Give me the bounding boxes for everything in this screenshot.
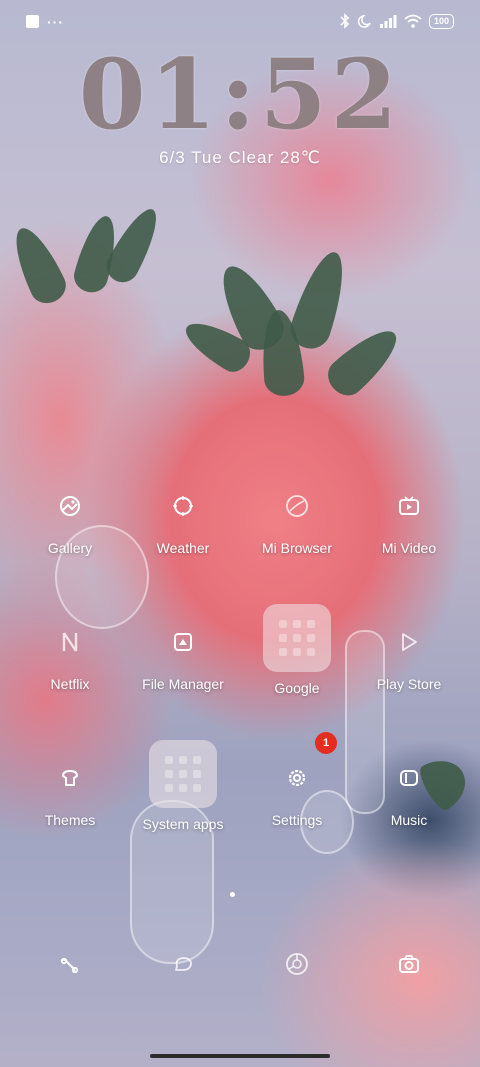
system-apps-folder-icon xyxy=(149,740,217,808)
notification-badge: 1 xyxy=(315,732,337,754)
app-themes[interactable]: Themes xyxy=(10,760,130,860)
app-label: Mi Video xyxy=(381,540,437,556)
home-screen: ··· 100 01:52 6/3 Tue Clear 28℃ Gallery … xyxy=(0,0,480,1067)
app-label: System apps xyxy=(142,816,224,832)
file-manager-icon xyxy=(165,624,201,660)
app-label: Settings xyxy=(271,812,323,828)
video-icon xyxy=(391,488,427,524)
weather-icon xyxy=(165,488,201,524)
wallpaper-leaf xyxy=(320,319,408,403)
app-google-folder[interactable]: Google xyxy=(237,604,357,704)
app-label: Google xyxy=(274,680,320,696)
bluetooth-icon xyxy=(340,13,350,29)
app-netflix[interactable]: Netflix xyxy=(10,624,130,724)
app-label: Gallery xyxy=(47,540,93,556)
wallpaper-leaf xyxy=(4,221,72,309)
more-dots-icon: ··· xyxy=(47,13,64,30)
app-label: Play Store xyxy=(376,676,442,692)
app-mi-video[interactable]: Mi Video xyxy=(349,488,469,588)
dock-camera[interactable] xyxy=(349,946,469,986)
app-settings[interactable]: 1 Settings xyxy=(237,732,357,860)
music-icon xyxy=(391,760,427,796)
app-system-apps-folder[interactable]: System apps xyxy=(123,740,243,840)
dock-phone[interactable] xyxy=(10,946,130,986)
dock-messages[interactable] xyxy=(123,946,243,986)
home-gesture-bar[interactable] xyxy=(150,1054,330,1058)
status-left: ··· xyxy=(26,13,64,30)
moon-icon xyxy=(357,14,371,28)
browser-icon xyxy=(279,946,315,982)
signal-icon xyxy=(379,15,397,28)
messages-icon xyxy=(165,946,201,982)
wifi-icon xyxy=(404,14,422,28)
gallery-icon xyxy=(52,488,88,524)
themes-icon xyxy=(52,760,88,796)
app-play-store[interactable]: Play Store xyxy=(349,624,469,724)
netflix-icon xyxy=(52,624,88,660)
google-folder-icon xyxy=(263,604,331,672)
camera-icon xyxy=(391,946,427,982)
page-indicator-dot xyxy=(230,892,235,897)
battery-icon: 100 xyxy=(428,13,454,29)
play-store-icon xyxy=(391,624,427,660)
app-music[interactable]: Music xyxy=(349,760,469,860)
phone-icon xyxy=(52,946,88,982)
app-mi-browser[interactable]: Mi Browser xyxy=(237,488,357,588)
settings-gear-icon xyxy=(279,760,315,796)
square-icon xyxy=(26,15,39,28)
app-gallery[interactable]: Gallery xyxy=(10,488,130,588)
app-label: Themes xyxy=(44,812,96,828)
app-file-manager[interactable]: File Manager xyxy=(123,624,243,724)
app-label: Weather xyxy=(156,540,210,556)
app-label: Music xyxy=(390,812,428,828)
clock-widget[interactable]: 01:52 xyxy=(0,38,480,151)
app-label: Mi Browser xyxy=(261,540,332,556)
date-weather-widget[interactable]: 6/3 Tue Clear 28℃ xyxy=(0,148,480,168)
app-label: Netflix xyxy=(50,676,90,692)
browser-globe-icon xyxy=(279,488,315,524)
status-right: 100 xyxy=(340,13,454,29)
app-label: File Manager xyxy=(142,676,224,692)
dock-browser[interactable] xyxy=(237,946,357,986)
app-weather[interactable]: Weather xyxy=(123,488,243,588)
